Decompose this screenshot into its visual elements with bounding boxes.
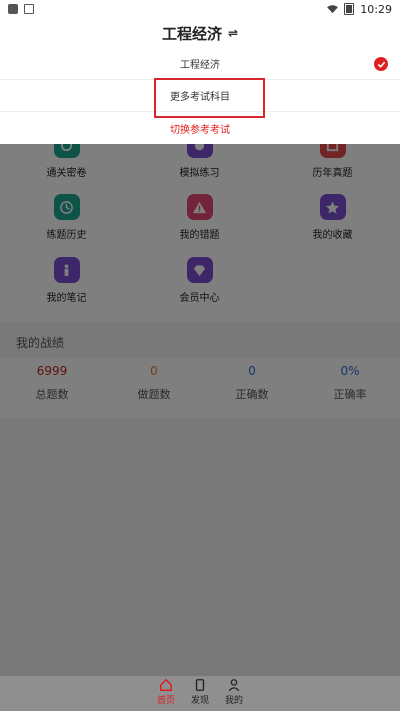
bottom-tab-bar: 首页 发现 我的 [0,676,400,711]
subject-option-label: 工程经济 [180,60,220,71]
battery-icon [344,3,355,15]
check-icon [374,57,388,71]
discover-icon [195,679,205,691]
tab-label: 我的 [225,696,244,706]
tab-label: 首页 [156,696,175,706]
user-icon [228,679,240,692]
subject-switcher[interactable]: 工程经济 ⇌ [0,18,400,48]
swap-icon: ⇌ [227,26,239,40]
app-notification-icon [8,4,18,14]
highlight-box [154,78,265,118]
subject-option-current[interactable]: 工程经济 [0,48,400,80]
tab-label: 发现 [190,696,209,706]
status-bar: 10:29 [0,0,400,18]
tab-discover[interactable]: 发现 [191,676,209,711]
image-notification-icon [24,4,34,14]
home-icon [160,678,172,691]
dropdown-overlay[interactable] [0,144,400,676]
switch-exam-label: 切换参考考试 [170,124,230,136]
tab-home[interactable]: 首页 [157,676,175,711]
tab-mine[interactable]: 我的 [225,676,243,711]
wifi-icon [327,4,339,13]
status-time: 10:29 [360,2,392,16]
page-title: 工程经济 [161,24,222,43]
